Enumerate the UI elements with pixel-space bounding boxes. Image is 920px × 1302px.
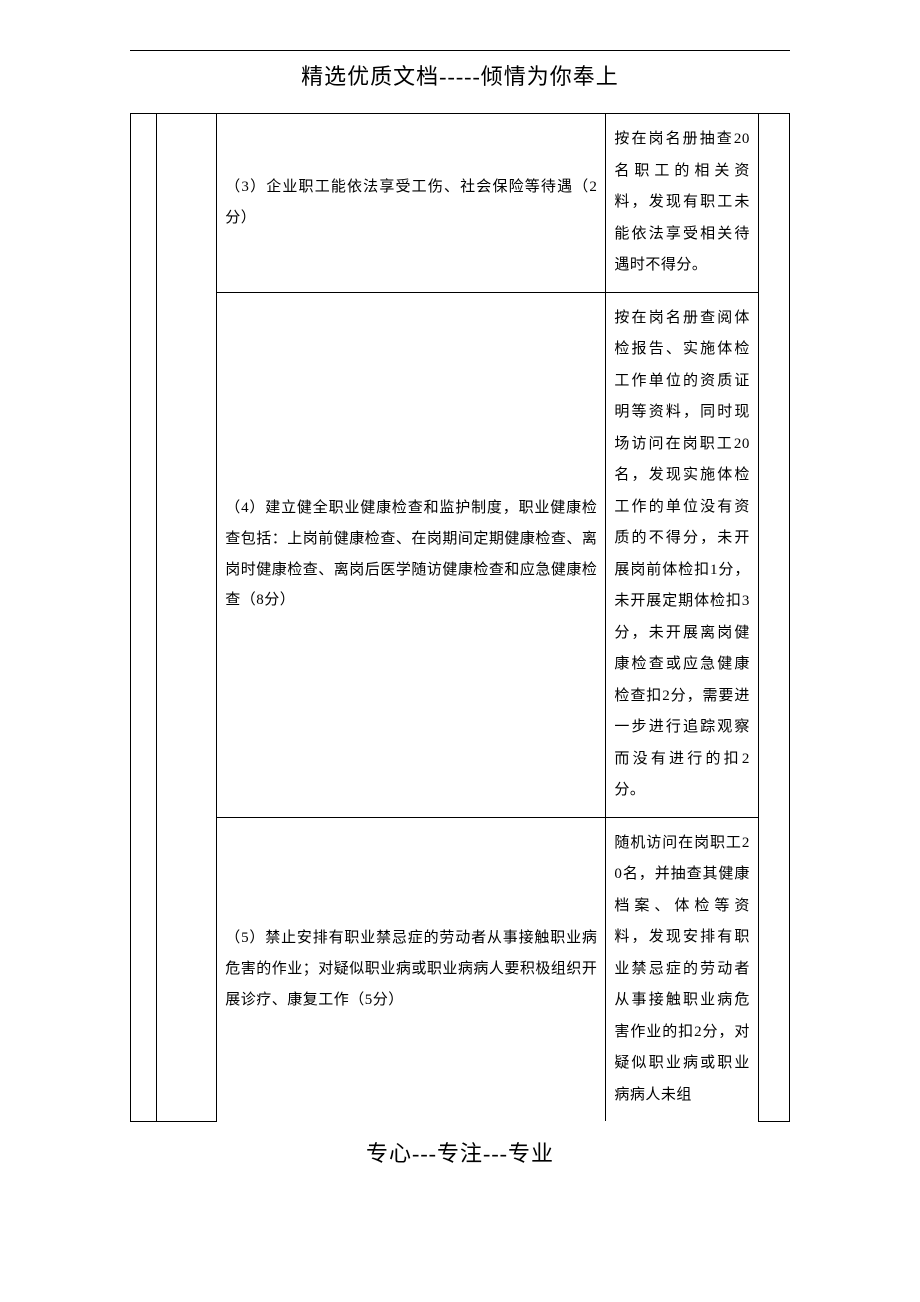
cell-method: 按在岗名册查阅体检报告、实施体检工作单位的资质证明等资料，同时现场访问在岗职工2… [606, 292, 758, 817]
cell-method: 按在岗名册抽查20名职工的相关资料，发现有职工未能依法享受相关待遇时不得分。 [606, 114, 758, 293]
table-row: （4）建立健全职业健康检查和监护制度，职业健康检查包括：上岗前健康检查、在岗期间… [131, 292, 790, 817]
cell-blank-left-1 [131, 114, 157, 1122]
page-header: 精选优质文档-----倾情为你奉上 [130, 59, 790, 91]
cell-blank-left-2 [157, 114, 217, 1122]
cell-blank-right [758, 114, 789, 1122]
table-row: （5）禁止安排有职业禁忌症的劳动者从事接触职业病危害的作业；对疑似职业病或职业病… [131, 817, 790, 1121]
page-footer: 专心---专注---专业 [130, 1136, 790, 1168]
evaluation-table: （3）企业职工能依法享受工伤、社会保险等待遇（2分） 按在岗名册抽查20名职工的… [130, 113, 790, 1122]
table-row: （3）企业职工能依法享受工伤、社会保险等待遇（2分） 按在岗名册抽查20名职工的… [131, 114, 790, 293]
cell-method: 随机访问在岗职工20名，并抽查其健康档案、体检等资料，发现安排有职业禁忌症的劳动… [606, 817, 758, 1121]
cell-criteria: （3）企业职工能依法享受工伤、社会保险等待遇（2分） [217, 114, 606, 293]
cell-criteria: （4）建立健全职业健康检查和监护制度，职业健康检查包括：上岗前健康检查、在岗期间… [217, 292, 606, 817]
header-rule [130, 50, 790, 51]
document-page: 精选优质文档-----倾情为你奉上 （3）企业职工能依法享受工伤、社会保险等待遇… [0, 0, 920, 1228]
cell-criteria: （5）禁止安排有职业禁忌症的劳动者从事接触职业病危害的作业；对疑似职业病或职业病… [217, 817, 606, 1121]
